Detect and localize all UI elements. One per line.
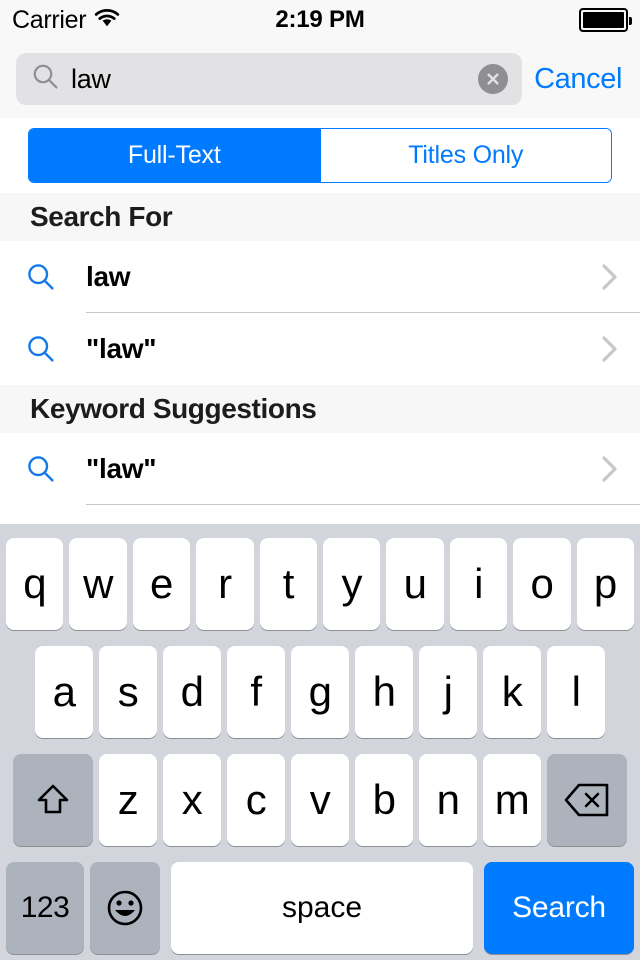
key-q[interactable]: q <box>5 538 64 630</box>
keyboard-row-3: z x c v b n m <box>3 754 637 846</box>
key-b[interactable]: b <box>355 754 413 846</box>
key-i[interactable]: i <box>449 538 508 630</box>
key-search-return[interactable]: Search <box>484 862 634 954</box>
key-x[interactable]: x <box>163 754 221 846</box>
list-item-label: "law" <box>86 333 157 364</box>
clear-circle-icon[interactable] <box>478 64 509 94</box>
carrier-label: Carrier <box>12 5 87 34</box>
key-h[interactable]: h <box>355 646 413 738</box>
key-g[interactable]: g <box>291 646 349 738</box>
list-item-label: law <box>86 261 131 292</box>
key-z[interactable]: z <box>99 754 157 846</box>
scope-bar: Full-Text Titles Only <box>0 118 640 193</box>
key-o[interactable]: o <box>513 538 571 630</box>
key-j[interactable]: j <box>419 646 477 738</box>
status-bar-left: Carrier <box>12 6 120 35</box>
key-space[interactable]: space <box>171 862 473 954</box>
key-y[interactable]: y <box>323 538 381 630</box>
status-bar: Carrier 2:19 PM <box>0 0 640 40</box>
backspace-icon[interactable] <box>547 754 627 846</box>
battery-full-icon <box>579 8 632 32</box>
key-f[interactable]: f <box>227 646 285 738</box>
list-item-label: "law" <box>86 453 157 484</box>
key-p[interactable]: p <box>576 538 635 630</box>
key-l[interactable]: l <box>547 646 605 738</box>
section-header-keyword-suggestions: Keyword Suggestions <box>0 385 640 433</box>
key-w[interactable]: w <box>69 538 127 630</box>
app-screen: Carrier 2:19 PM l aw Cancel Full-Text Tit… <box>0 0 640 960</box>
key-m[interactable]: m <box>483 754 541 846</box>
search-input-value: law <box>71 63 111 94</box>
shift-arrow-icon[interactable] <box>13 754 93 846</box>
key-c[interactable]: c <box>227 754 285 846</box>
key-n[interactable]: n <box>419 754 477 846</box>
list-item[interactable]: "law" <box>0 433 640 505</box>
search-bar: law Cancel <box>0 40 640 118</box>
key-e[interactable]: e <box>132 538 191 630</box>
status-bar-right <box>579 8 632 32</box>
wifi-icon <box>94 8 120 32</box>
key-k[interactable]: k <box>483 646 541 738</box>
keyboard-row-2: a s d f g h j k l <box>3 646 637 738</box>
key-v[interactable]: v <box>291 754 349 846</box>
cancel-button[interactable]: Cancel <box>534 63 624 96</box>
key-d[interactable]: d <box>163 646 221 738</box>
search-icon <box>26 454 86 484</box>
emoji-smiley-icon[interactable] <box>90 862 160 954</box>
chevron-right-icon <box>600 261 620 293</box>
suggestions-list: Search For law "law" Keyword Suggestions… <box>0 193 640 524</box>
segmented-control[interactable]: Full-Text Titles Only <box>28 128 612 183</box>
row-separator <box>86 504 640 505</box>
segment-titles-only[interactable]: Titles Only <box>319 129 611 182</box>
keyboard-row-4: 123 space Search <box>3 862 637 954</box>
search-input[interactable]: law <box>16 53 523 105</box>
key-s[interactable]: s <box>99 646 157 738</box>
battery-level-fill <box>583 12 624 28</box>
search-icon <box>26 334 86 364</box>
chevron-right-icon <box>600 333 620 365</box>
list-item[interactable]: law <box>0 241 640 313</box>
keyboard-row-1: q w e r t y u i o p <box>3 538 637 630</box>
section-header-search-for: Search For <box>0 193 640 241</box>
key-numbers[interactable]: 123 <box>6 862 84 954</box>
segment-full-text[interactable]: Full-Text <box>29 129 320 182</box>
key-u[interactable]: u <box>386 538 444 630</box>
onscreen-keyboard: q w e r t y u i o p a s d f g h j k l z … <box>0 524 640 960</box>
key-t[interactable]: t <box>259 538 317 630</box>
key-a[interactable]: a <box>35 646 93 738</box>
key-r[interactable]: r <box>196 538 254 630</box>
search-icon <box>32 63 59 95</box>
list-item[interactable]: "law" <box>0 313 640 385</box>
chevron-right-icon <box>600 453 620 485</box>
search-icon <box>26 262 86 292</box>
